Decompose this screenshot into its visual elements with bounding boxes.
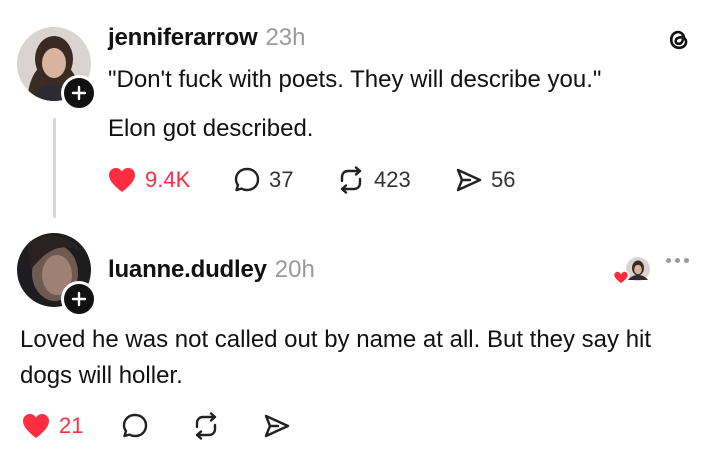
repost-count: 423 (374, 167, 411, 192)
share-icon (456, 168, 482, 192)
heart-icon (23, 414, 49, 438)
reply-button[interactable] (121, 412, 149, 440)
more-icon[interactable] (666, 258, 689, 263)
like-button[interactable]: 21 (21, 412, 83, 440)
username[interactable]: jenniferarrow (108, 24, 258, 51)
plus-icon (71, 291, 87, 307)
follow-plus-button[interactable] (61, 75, 97, 111)
like-count: 21 (59, 413, 84, 438)
repost-icon (340, 166, 362, 194)
heart-icon (109, 168, 135, 192)
post-text: Loved he was not called out by name at a… (20, 326, 652, 389)
repost-button[interactable] (191, 412, 221, 440)
author-liked-indicator (612, 256, 652, 286)
heart-icon (612, 270, 630, 285)
reply-button[interactable]: 37 (233, 166, 293, 194)
like-button[interactable]: 9.4K (107, 166, 190, 194)
username[interactable]: luanne.dudley (108, 256, 267, 283)
post-header: luanne.dudley 20h (108, 256, 315, 284)
share-button[interactable] (263, 412, 291, 440)
post-header: jenniferarrow 23h (108, 24, 306, 52)
comment-icon (122, 413, 148, 438)
share-icon (264, 414, 290, 438)
thread-line (53, 118, 56, 218)
repost-icon (195, 412, 217, 440)
post-text-line: Elon got described. (108, 115, 314, 142)
like-count: 9.4K (145, 167, 191, 192)
plus-icon (71, 85, 87, 101)
post-text-line: "Don't fuck with poets. They will descri… (108, 66, 602, 93)
comment-icon (234, 167, 260, 192)
share-count: 56 (491, 167, 516, 192)
share-button[interactable]: 56 (455, 166, 515, 194)
threads-logo-icon[interactable] (664, 24, 694, 59)
timestamp: 20h (274, 256, 315, 283)
follow-plus-button[interactable] (61, 281, 97, 317)
repost-button[interactable]: 423 (336, 166, 411, 194)
timestamp: 23h (265, 24, 306, 51)
reply-count: 37 (269, 167, 294, 192)
